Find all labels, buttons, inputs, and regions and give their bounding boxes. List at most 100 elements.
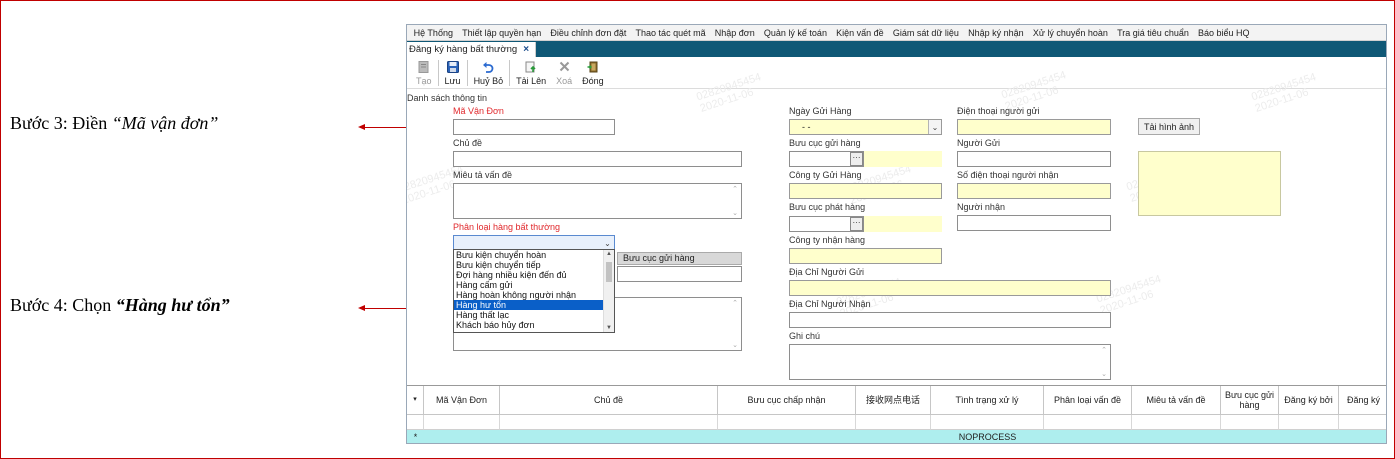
col-header-problem-type[interactable]: Phân loại vấn đề — [1044, 386, 1132, 415]
send-post-name — [864, 151, 942, 167]
option-damaged-goods[interactable]: Hàng hư tổn — [454, 300, 614, 310]
dropdown-scrollbar[interactable]: ▲ ▼ — [603, 250, 614, 332]
option-prohibited-goods[interactable]: Hàng cấm gửi — [454, 280, 614, 290]
step4-emphasis: “Hàng hư tổn” — [115, 295, 230, 315]
tab-strip: Đăng ký hàng bất thường × — [407, 41, 1386, 57]
note-label: Ghi chú — [789, 331, 821, 341]
col-header-send-post[interactable]: Bưu cục gửi hàng — [1221, 386, 1279, 415]
close-button[interactable]: Đóng — [577, 60, 609, 86]
menu-item-hq-reports[interactable]: Báo biểu HQ — [1193, 28, 1254, 38]
menu-item-return-processing[interactable]: Xử lý chuyển hoàn — [1028, 28, 1112, 38]
send-date-value: - - — [802, 122, 811, 132]
step3-emphasis: “Mã vận đơn” — [111, 113, 219, 133]
col-header-status[interactable]: Tình trạng xử lý — [931, 386, 1044, 415]
new-button[interactable]: Tạo — [411, 60, 437, 86]
col-header-registered-by[interactable]: Đăng ký bởi — [1279, 386, 1339, 415]
mini-grid-cell[interactable] — [617, 266, 742, 282]
col-header-accept-post[interactable]: Bưu cục chấp nhận — [718, 386, 856, 415]
col-header-register[interactable]: Đăng ký — [1339, 386, 1386, 415]
scroll-arrows[interactable]: ⌃ ⌄ — [730, 299, 740, 349]
step4-annotation: Bước 4: Chọn “Hàng hư tổn” — [10, 295, 230, 316]
dispatch-post-label: Bưu cục phát hàng — [789, 202, 866, 212]
col-header-waybill[interactable]: Mã Vận Đơn — [424, 386, 500, 415]
chevron-up-icon[interactable]: ▲ — [604, 251, 614, 257]
menu-item-system[interactable]: Hệ Thống — [409, 28, 458, 38]
filter-cell[interactable] — [1132, 415, 1221, 430]
undo-button[interactable]: Huỷ Bỏ — [469, 60, 509, 86]
new-row[interactable]: * NOPROCESS — [407, 430, 1386, 443]
menu-item-standard-price[interactable]: Tra giá tiêu chuẩn — [1113, 28, 1194, 38]
sender-input[interactable] — [957, 151, 1111, 167]
option-multi-parcel-wait[interactable]: Đợi hàng nhiều kiện đến đủ — [454, 270, 614, 280]
data-grid: ▾ Mã Vận Đơn Chủ đề Bưu cục chấp nhận 接收… — [407, 385, 1386, 443]
filter-cell[interactable] — [1279, 415, 1339, 430]
menu-item-receipt-entry[interactable]: Nhập ký nhận — [964, 28, 1029, 38]
ellipsis-button[interactable]: ··· — [850, 152, 863, 166]
receiver-address-input[interactable] — [789, 312, 1111, 328]
option-forwarded-parcel[interactable]: Bưu kiện chuyển tiếp — [454, 260, 614, 270]
menu-item-scan[interactable]: Thao tác quét mã — [631, 28, 710, 38]
send-company-label: Công ty Gửi Hàng — [789, 170, 862, 180]
menu-item-data-monitor[interactable]: Giám sát dữ liệu — [888, 28, 963, 38]
close-icon[interactable]: × — [523, 44, 529, 55]
col-header-description[interactable]: Miêu tả vấn đề — [1132, 386, 1221, 415]
filter-cell[interactable] — [500, 415, 718, 430]
option-lost-goods[interactable]: Hàng thất lạc — [454, 310, 614, 320]
save-button-label: Lưu — [444, 76, 461, 86]
filter-cell[interactable] — [1339, 415, 1386, 430]
send-date-picker[interactable]: - - ⌄ — [789, 119, 942, 135]
col-header-receive-phone[interactable]: 接收网点电话 — [856, 386, 931, 415]
menu-item-order-adjust[interactable]: Điều chỉnh đơn đặt — [546, 28, 631, 38]
receiver-phone-input[interactable] — [957, 183, 1111, 199]
send-company-input[interactable] — [789, 183, 942, 199]
option-customer-cancel[interactable]: Khách báo hủy đơn — [454, 320, 614, 330]
menu-item-problem-parcel[interactable]: Kiện vấn đề — [832, 28, 889, 38]
receiver-phone-label: Số điện thoại người nhận — [957, 170, 1059, 180]
row-indicator-header[interactable]: ▾ — [407, 386, 424, 415]
waybill-input[interactable] — [453, 119, 615, 135]
subject-input[interactable] — [453, 151, 742, 167]
filter-cell[interactable] — [931, 415, 1044, 430]
upload-image-button[interactable]: Tải hình ảnh — [1138, 118, 1201, 135]
tab-abnormal-registration[interactable]: Đăng ký hàng bất thường × — [407, 42, 537, 57]
send-post-input[interactable]: ··· — [789, 151, 864, 167]
chevron-down-icon[interactable]: ▼ — [604, 325, 614, 331]
filter-cell[interactable] — [1221, 415, 1279, 430]
ellipsis-button[interactable]: ··· — [850, 217, 863, 231]
new-row-marker: * — [413, 431, 418, 442]
dispatch-post-input[interactable]: ··· — [789, 216, 864, 232]
upload-icon — [525, 60, 538, 73]
col-header-subject[interactable]: Chủ đề — [500, 386, 718, 415]
send-post-column-header: Bưu cục gửi hàng — [617, 252, 742, 265]
scroll-arrows[interactable]: ⌃ ⌄ — [1099, 346, 1109, 378]
save-button[interactable]: Lưu — [440, 60, 466, 86]
option-return-no-recipient[interactable]: Hàng hoàn không người nhận — [454, 290, 614, 300]
image-preview — [1138, 151, 1281, 216]
menu-item-order-entry[interactable]: Nhập đơn — [710, 28, 759, 38]
dispatch-post-name — [864, 216, 942, 232]
menu-item-accounting[interactable]: Quản lý kế toán — [759, 28, 831, 38]
delete-button-label: Xoá — [556, 76, 573, 86]
sender-phone-input[interactable] — [957, 119, 1111, 135]
section-title: Danh sách thông tin — [407, 93, 488, 103]
delete-button[interactable]: Xoá — [551, 60, 577, 86]
sender-address-input[interactable] — [789, 280, 1111, 296]
receive-company-input[interactable] — [789, 248, 942, 264]
menu-item-permissions[interactable]: Thiết lập quyền hạn — [458, 28, 546, 38]
filter-cell[interactable] — [718, 415, 856, 430]
description-textarea[interactable]: ⌃ ⌄ — [453, 183, 742, 219]
receiver-input[interactable] — [957, 215, 1111, 231]
chevron-down-icon[interactable]: ⌄ — [928, 120, 941, 134]
status-cell[interactable]: NOPROCESS — [931, 432, 1044, 442]
chevron-down-icon[interactable]: ⌄ — [601, 236, 614, 250]
scrollbar-thumb[interactable] — [606, 262, 612, 282]
scroll-arrows[interactable]: ⌃ ⌄ — [730, 185, 740, 217]
filter-cell[interactable] — [856, 415, 931, 430]
upload-button[interactable]: Tải Lên — [511, 60, 551, 86]
option-returned-parcel[interactable]: Bưu kiện chuyển hoàn — [454, 250, 614, 260]
filter-cell[interactable] — [424, 415, 500, 430]
tab-label: Đăng ký hàng bất thường — [409, 44, 518, 55]
new-button-label: Tạo — [416, 76, 432, 86]
note-textarea[interactable]: ⌃ ⌄ — [789, 344, 1111, 380]
filter-cell[interactable] — [1044, 415, 1132, 430]
